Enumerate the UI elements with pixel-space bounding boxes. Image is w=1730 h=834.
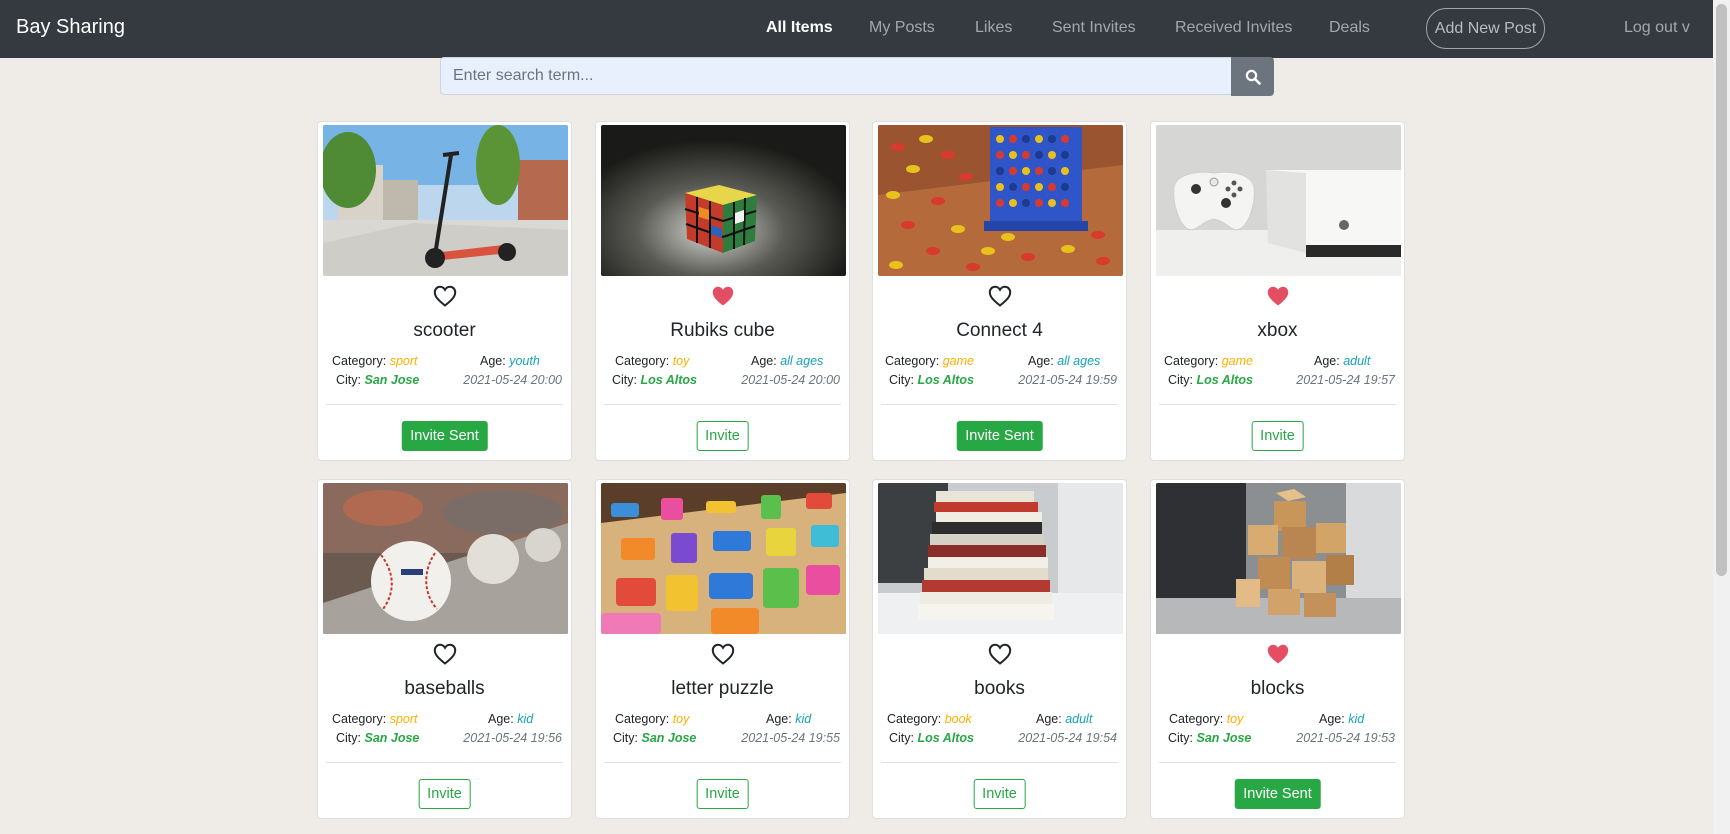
category-field: Category: game	[885, 354, 974, 368]
divider	[1159, 404, 1396, 405]
city-field: City: Los Altos	[1168, 373, 1253, 387]
logout-menu[interactable]: Log out v	[1624, 19, 1690, 37]
xbox-image[interactable]	[1156, 125, 1401, 276]
city-field: City: San Jose	[336, 731, 420, 745]
divider	[604, 404, 841, 405]
item-title: baseballs	[404, 678, 485, 699]
invite-button[interactable]: Invite	[418, 779, 471, 809]
liked-heart-icon[interactable]	[1266, 643, 1290, 665]
divider	[1159, 762, 1396, 763]
category-field: Category: toy	[615, 354, 690, 368]
post-timestamp: 2021-05-24 19:56	[463, 731, 562, 745]
item-title: scooter	[413, 320, 476, 341]
liked-heart-icon[interactable]	[1266, 285, 1290, 307]
age-field: Age: adult	[1314, 354, 1371, 368]
item-title: letter puzzle	[671, 678, 774, 699]
nav-sent-invites[interactable]: Sent Invites	[1052, 19, 1136, 37]
age-field: Age: all ages	[751, 354, 824, 368]
city-field: City: San Jose	[1168, 731, 1252, 745]
like-heart-icon[interactable]	[433, 643, 457, 665]
invite-sent-button[interactable]: Invite Sent	[956, 421, 1043, 451]
divider	[326, 404, 563, 405]
search-button[interactable]	[1231, 57, 1274, 96]
nav-received-invites[interactable]: Received Invites	[1175, 19, 1292, 37]
post-timestamp: 2021-05-24 19:54	[1018, 731, 1117, 745]
category-field: Category: toy	[1169, 712, 1244, 726]
nav-deals[interactable]: Deals	[1329, 19, 1370, 37]
invite-button[interactable]: Invite	[973, 779, 1026, 809]
invite-button[interactable]: Invite	[696, 421, 749, 451]
item-card-letter-puzzle: letter puzzle Category: toy Age: kid Cit…	[595, 479, 850, 819]
item-title: xbox	[1257, 320, 1298, 341]
divider	[881, 762, 1118, 763]
city-field: City: San Jose	[336, 373, 420, 387]
connect-four-image[interactable]	[878, 125, 1123, 276]
item-title: blocks	[1250, 678, 1305, 699]
like-heart-icon[interactable]	[711, 643, 735, 665]
scooter-image[interactable]	[323, 125, 568, 276]
item-title: Rubiks cube	[670, 320, 775, 341]
search-input[interactable]	[440, 57, 1233, 95]
nav-all-items[interactable]: All Items	[766, 19, 833, 37]
invite-button[interactable]: Invite	[696, 779, 749, 809]
category-field: Category: toy	[615, 712, 690, 726]
item-card-baseballs: baseballs Category: sport Age: kid City:…	[317, 479, 572, 819]
add-new-post-button[interactable]: Add New Post	[1426, 8, 1545, 49]
liked-heart-icon[interactable]	[711, 285, 735, 307]
item-card-rubiks-cube: Rubiks cube Category: toy Age: all ages …	[595, 121, 850, 461]
age-field: Age: adult	[1036, 712, 1093, 726]
divider	[326, 762, 563, 763]
like-heart-icon[interactable]	[433, 285, 457, 307]
divider	[881, 404, 1118, 405]
invite-sent-button[interactable]: Invite Sent	[401, 421, 488, 451]
post-timestamp: 2021-05-24 20:00	[741, 373, 840, 387]
nav-likes[interactable]: Likes	[975, 19, 1012, 37]
post-timestamp: 2021-05-24 19:59	[1018, 373, 1117, 387]
item-title: books	[974, 678, 1025, 699]
post-timestamp: 2021-05-24 19:57	[1296, 373, 1395, 387]
item-card-books: books Category: book Age: adult City: Lo…	[872, 479, 1127, 819]
wooden-blocks-image[interactable]	[1156, 483, 1401, 634]
item-card-connect-4: Connect 4 Category: game Age: all ages C…	[872, 121, 1127, 461]
like-heart-icon[interactable]	[988, 643, 1012, 665]
item-card-scooter: scooter Category: sport Age: youth City:…	[317, 121, 572, 461]
books-image[interactable]	[878, 483, 1123, 634]
category-field: Category: book	[887, 712, 972, 726]
like-heart-icon[interactable]	[988, 285, 1012, 307]
city-field: City: Los Altos	[612, 373, 697, 387]
item-card-blocks: blocks Category: toy Age: kid City: San …	[1150, 479, 1405, 819]
category-field: Category: sport	[332, 354, 418, 368]
post-timestamp: 2021-05-24 19:55	[741, 731, 840, 745]
page-scrollbar[interactable]	[1713, 0, 1730, 834]
letter-puzzle-image[interactable]	[601, 483, 846, 634]
invite-sent-button[interactable]: Invite Sent	[1234, 779, 1321, 809]
age-field: Age: all ages	[1028, 354, 1101, 368]
category-field: Category: sport	[332, 712, 418, 726]
nav-my-posts[interactable]: My Posts	[869, 19, 935, 37]
invite-button[interactable]: Invite	[1251, 421, 1304, 451]
age-field: Age: kid	[766, 712, 812, 726]
city-field: City: Los Altos	[889, 373, 974, 387]
age-field: Age: kid	[488, 712, 534, 726]
baseballs-image[interactable]	[323, 483, 568, 634]
post-timestamp: 2021-05-24 20:00	[463, 373, 562, 387]
post-timestamp: 2021-05-24 19:53	[1296, 731, 1395, 745]
divider	[604, 762, 841, 763]
brand-logo[interactable]: Bay Sharing	[16, 16, 125, 39]
city-field: City: Los Altos	[889, 731, 974, 745]
item-title: Connect 4	[956, 320, 1043, 341]
age-field: Age: kid	[1319, 712, 1365, 726]
top-navbar: Bay Sharing All Items My Posts Likes Sen…	[0, 0, 1730, 58]
rubiks-cube-image[interactable]	[601, 125, 846, 276]
search-icon	[1245, 69, 1261, 85]
age-field: Age: youth	[480, 354, 540, 368]
city-field: City: San Jose	[613, 731, 697, 745]
item-card-xbox: xbox Category: game Age: adult City: Los…	[1150, 121, 1405, 461]
category-field: Category: game	[1164, 354, 1253, 368]
scrollbar-thumb[interactable]	[1716, 4, 1727, 576]
